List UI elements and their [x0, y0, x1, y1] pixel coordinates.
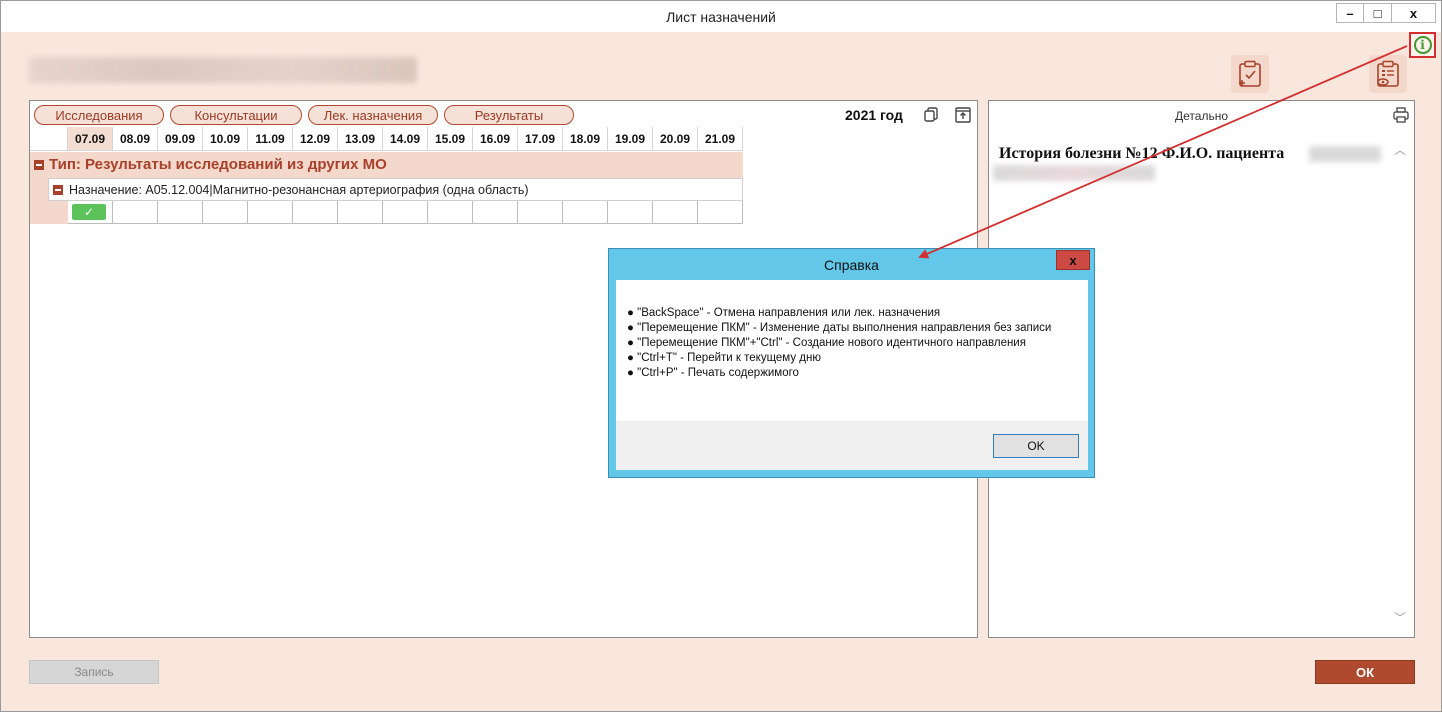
date-cell[interactable]: 11.09 [248, 127, 293, 151]
view-prescriptions-button[interactable] [1369, 55, 1407, 93]
day-cell[interactable] [608, 201, 653, 224]
assignment-day-cells: ✓ [68, 201, 743, 224]
clipboard-eye-icon [1377, 60, 1399, 87]
day-cell[interactable] [518, 201, 563, 224]
export-icon[interactable] [954, 106, 972, 124]
tab-medications[interactable]: Лек. назначения [308, 105, 438, 125]
collapse-icon[interactable] [53, 184, 63, 195]
shortcut-list: ● "BackSpace" - Отмена направления или л… [627, 306, 1077, 381]
day-cell[interactable] [203, 201, 248, 224]
day-cell[interactable] [698, 201, 743, 224]
window-title: Лист назначений [666, 9, 776, 25]
group-row: Тип: Результаты исследований из других М… [30, 152, 743, 177]
add-prescription-button[interactable] [1231, 55, 1269, 93]
date-cell[interactable]: 16.09 [473, 127, 518, 151]
history-title: История болезни №12 Ф.И.О. пациента [999, 145, 1285, 162]
category-tabs: Исследования Консультации Лек. назначени… [34, 105, 574, 125]
dialog-title: Справка [824, 257, 879, 273]
day-cell[interactable] [158, 201, 203, 224]
date-cell[interactable]: 20.09 [653, 127, 698, 151]
day-cell[interactable] [248, 201, 293, 224]
shortcut-item: ● "Ctrl+P" - Печать содержимого [627, 367, 799, 379]
patient-name-redacted [29, 57, 417, 83]
day-cell[interactable] [338, 201, 383, 224]
tab-research[interactable]: Исследования [34, 105, 164, 125]
date-cell[interactable]: 13.09 [338, 127, 383, 151]
dialog-ok-button[interactable]: OK [993, 434, 1079, 458]
date-cell[interactable]: 09.09 [158, 127, 203, 151]
shortcut-item: ● "Перемещение ПКМ" - Изменение даты вып… [627, 322, 1052, 334]
patient-name-redacted [1309, 146, 1381, 162]
day-cell[interactable] [113, 201, 158, 224]
ok-button[interactable]: ОК [1315, 660, 1415, 684]
shortcut-item: ● "Перемещение ПКМ"+"Ctrl" - Создание но… [627, 337, 1026, 349]
done-check-icon[interactable]: ✓ [72, 204, 106, 220]
assignment-label: Назначение: A05.12.004|Магнитно-резонанс… [69, 182, 529, 197]
date-cell[interactable]: 12.09 [293, 127, 338, 151]
minimize-button[interactable]: – [1336, 3, 1363, 23]
patient-name-redacted [993, 165, 1155, 181]
maximize-button[interactable]: □ [1363, 3, 1391, 23]
info-button[interactable]: i [1409, 32, 1436, 58]
date-cell[interactable]: 14.09 [383, 127, 428, 151]
day-cell[interactable] [383, 201, 428, 224]
copy-icon[interactable] [922, 106, 940, 124]
assignment-row[interactable]: Назначение: A05.12.004|Магнитно-резонанс… [48, 178, 743, 201]
date-cell[interactable]: 17.09 [518, 127, 563, 151]
date-cell[interactable]: 10.09 [203, 127, 248, 151]
record-button[interactable]: Запись [29, 660, 159, 684]
scroll-down-icon[interactable]: ﹀ [1394, 609, 1406, 626]
tab-consultations[interactable]: Консультации [170, 105, 302, 125]
shortcut-item: ● "BackSpace" - Отмена направления или л… [627, 307, 941, 319]
date-cell[interactable]: 08.09 [113, 127, 158, 151]
close-button[interactable]: x [1391, 3, 1436, 23]
day-cell[interactable] [653, 201, 698, 224]
day-cell[interactable]: ✓ [68, 201, 113, 224]
date-cell[interactable]: 21.09 [698, 127, 743, 151]
tab-results[interactable]: Результаты [444, 105, 574, 125]
date-header: 07.09 08.09 09.09 10.09 11.09 12.09 13.0… [30, 127, 743, 151]
scroll-up-icon[interactable]: ︿ [1394, 141, 1406, 158]
title-bar: Лист назначений – □ x [1, 1, 1441, 32]
day-cell[interactable] [473, 201, 518, 224]
date-header-spacer [30, 127, 68, 151]
help-dialog: Справка x ● "BackSpace" - Отмена направл… [608, 248, 1095, 478]
details-caption: Детально [1175, 109, 1228, 123]
collapse-icon[interactable] [34, 159, 44, 170]
date-cell[interactable]: 19.09 [608, 127, 653, 151]
date-cell[interactable]: 15.09 [428, 127, 473, 151]
day-cell[interactable] [563, 201, 608, 224]
dialog-footer: OK [616, 421, 1088, 470]
clipboard-check-icon [1239, 60, 1261, 87]
assignment-block: Назначение: A05.12.004|Магнитно-резонанс… [30, 177, 743, 224]
dialog-body: ● "BackSpace" - Отмена направления или л… [616, 280, 1088, 470]
dialog-close-button[interactable]: x [1056, 250, 1090, 270]
info-icon: i [1413, 36, 1432, 54]
print-icon[interactable] [1392, 106, 1410, 124]
shortcut-item: ● "Ctrl+T" - Перейти к текущему дню [627, 352, 821, 364]
day-cell[interactable] [293, 201, 338, 224]
day-cell[interactable] [428, 201, 473, 224]
date-cell[interactable]: 07.09 [68, 127, 113, 151]
year-label: 2021 год [845, 107, 903, 123]
date-cell[interactable]: 18.09 [563, 127, 608, 151]
group-label: Тип: Результаты исследований из других М… [49, 156, 387, 173]
